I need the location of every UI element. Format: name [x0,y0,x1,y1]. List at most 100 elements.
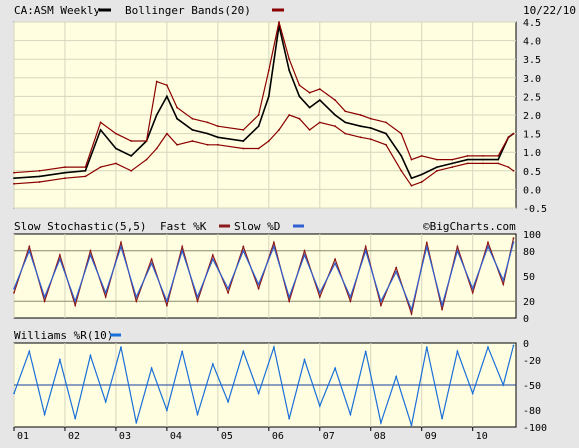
price-series-bollinger-bands-20-lower-point [166,132,168,135]
williams-label: Williams %R(10) [14,329,113,342]
price-series-bollinger-bands-20-lower-point [318,121,321,124]
price-series-ca-asm-weekly-point [497,158,500,161]
price-series-ca-asm-weekly-point [359,125,362,128]
williams-series-williams-r-10-point [135,421,138,424]
price-series-bollinger-bands-20-lower-point [410,184,413,187]
price-series-bollinger-bands-20-lower-point [257,147,260,150]
price-series-bollinger-bands-20-point [344,110,347,113]
price-series-ca-asm-weekly-point [257,125,260,128]
price-series-bollinger-bands-20-point [334,99,336,101]
williams-series-williams-r-10-point [273,346,275,349]
price-series-bollinger-bands-20-point [385,121,387,124]
stochastic-series-slow-d-point [135,296,138,298]
price-series-bollinger-bands-20-lower-point [308,129,311,131]
stochastic-series-fast-k-point [334,258,336,261]
price-series-bollinger-bands-20-point [191,117,194,120]
stochastic-series-fast-k-point [43,300,46,303]
stochastic-series-fast-k-point [211,254,214,256]
williams-series-williams-r-10-point [211,363,214,365]
williams-series-williams-r-10-point [28,350,31,353]
price-y-tick-label: 0.5 [523,167,541,178]
price-series-bollinger-bands-20-lower-point [84,175,87,178]
williams-series-williams-r-10-point [13,392,15,395]
stochastic-series-slow-d-point [425,245,428,248]
stochastic-y-tick-label: 80 [523,247,535,258]
stochastic-series-slow-d-point [89,254,92,256]
price-series-bollinger-bands-20-lower-point [13,182,15,185]
price-series-bollinger-bands-20-point [242,129,245,131]
price-series-ca-asm-weekly-point [13,177,15,180]
price-series-bollinger-bands-20-point [38,169,41,172]
stochastic-series-fast-k-point [89,249,92,252]
stochastic-series-fast-k-point [181,245,184,248]
price-series-bollinger-bands-20-point [206,121,209,124]
price-series-bollinger-bands-20-point [400,132,403,135]
williams-series-williams-r-10-point [318,405,321,407]
williams-y-tick-label: -80 [523,406,541,417]
fast-k-label: Fast %K [160,220,207,233]
price-series-bollinger-bands-20-point [512,132,515,135]
price-y-tick-label: -0.5 [523,204,547,215]
stochastic-series-slow-d-point [502,279,505,282]
price-series-ca-asm-weekly-point [38,175,41,178]
price-series-bollinger-bands-20-lower-point [369,138,372,141]
x-tick-label: 07 [323,431,335,442]
price-series-bollinger-bands-20-lower-point [176,143,179,146]
price-series-bollinger-bands-20-lower-point [278,129,280,131]
price-series-ca-asm-weekly-point [400,155,403,157]
stochastic-series-fast-k-point [471,291,474,294]
price-series-bollinger-bands-20-lower-point [334,125,336,128]
stochastic-series-fast-k-point [135,300,138,303]
williams-series-williams-r-10-point [288,417,291,420]
price-series-bollinger-bands-20-point [64,166,66,169]
price-series-bollinger-bands-20-point [436,158,438,161]
price-series-ca-asm-weekly-point [420,173,423,176]
price-series-bollinger-bands-20-point [278,21,280,23]
williams-y-tick-label: -50 [523,381,541,392]
williams-series-williams-r-10-point [166,409,168,412]
stochastic-series-slow-d-point [395,270,398,273]
price-series-bollinger-bands-20-point [497,155,500,157]
price-series-bollinger-bands-20-lower-point [497,162,500,165]
stochastic-series-slow-d-point [487,245,489,248]
stochastic-series-slow-d-point [181,249,184,252]
williams-y-tick-label: 0 [523,339,529,350]
price-series-ca-asm-weekly-point [84,169,87,172]
stochastic-series-slow-d-point [512,241,515,244]
williams-series-williams-r-10-point [303,358,306,361]
price-series-bollinger-bands-20-lower-point [400,169,403,172]
stochastic-series-fast-k-point [150,258,153,261]
x-tick-label: 02 [68,431,80,442]
price-series-bollinger-bands-20-point [130,140,133,142]
stochastic-series-slow-d-point [456,249,459,252]
price-series-ca-asm-weekly-point [155,114,158,116]
price-series-ca-asm-weekly-point [176,117,179,120]
price-series-bollinger-bands-20-point [359,114,362,116]
williams-series-williams-r-10-point [120,346,122,349]
stochastic-series-slow-d-point [288,296,291,298]
stochastic-series-slow-d-point [364,249,367,252]
williams-series-williams-r-10-point [512,344,515,347]
price-series-bollinger-bands-20-point [257,114,260,116]
price-series-bollinger-bands-20-lower-point [155,147,158,150]
price-series-bollinger-bands-20-point [308,91,311,94]
stochastic-series-fast-k-point [502,283,505,286]
price-panel: 4.5 4.0 3.5 3.0 2.5 2.0 1.5 1.0 0.5 0.0 -0.5 [13,18,547,215]
price-series-bollinger-bands-20-point [482,155,484,157]
price-series-bollinger-bands-20-lower-point [507,166,510,169]
stochastic-series-fast-k-point [74,304,77,307]
price-series-bollinger-bands-20-point [166,84,168,87]
williams-series-williams-r-10-point [410,424,413,427]
price-series-bollinger-bands-20-lower-point [344,132,347,135]
price-series-bollinger-bands-20-point [298,84,301,87]
price-series-ca-asm-weekly-point [385,132,387,135]
price-series-bollinger-bands-20-point [217,125,219,128]
stochastic-series-fast-k-point [120,241,122,244]
price-series-bollinger-bands-20-lower-point [298,117,301,120]
x-tick-label: 01 [17,431,29,442]
stochastic-series-fast-k-point [441,308,443,311]
williams-series-williams-r-10-point [471,392,474,395]
williams-series-williams-r-10-point [181,350,184,353]
price-y-tick-label: 1.5 [523,130,541,141]
price-series-bollinger-bands-20-point [99,121,102,124]
